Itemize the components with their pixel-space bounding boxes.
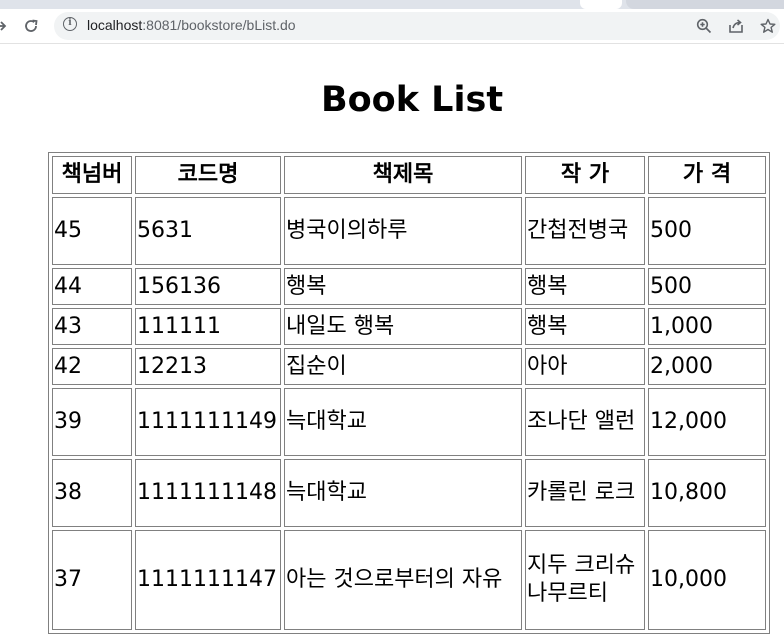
cell-code: 12213 <box>135 348 281 385</box>
cell-code: 1111111147 <box>135 530 281 630</box>
column-header-author: 작 가 <box>525 156 645 194</box>
bookmark-star-icon[interactable] <box>758 16 778 36</box>
cell-book-number: 39 <box>52 388 132 456</box>
cell-book-number: 44 <box>52 268 132 305</box>
cell-author: 카롤린 로크 <box>525 459 645 527</box>
cell-author: 지두 크리슈나무르티 <box>525 530 645 630</box>
cell-code: 1111111148 <box>135 459 281 527</box>
cell-price: 10,000 <box>648 530 766 630</box>
tab-strip-edge <box>626 0 784 9</box>
cell-price: 500 <box>648 197 766 265</box>
cell-code: 5631 <box>135 197 281 265</box>
cell-author: 조나단 앨런 <box>525 388 645 456</box>
cell-title: 내일도 행복 <box>284 308 522 345</box>
url-path: :8081/bookstore/bList.do <box>142 17 296 33</box>
cell-title: 병국이의하루 <box>284 197 522 265</box>
url-text[interactable]: localhost:8081/bookstore/bList.do <box>87 17 296 33</box>
cell-title: 늑대학교 <box>284 388 522 456</box>
cell-author: 행복 <box>525 308 645 345</box>
cell-price: 1,000 <box>648 308 766 345</box>
cell-title: 늑대학교 <box>284 459 522 527</box>
table-row: 44 156136 행복 행복 500 <box>52 268 766 305</box>
column-header-code: 코드명 <box>135 156 281 194</box>
table-row: 45 5631 병국이의하루 간첩전병국 500 <box>52 197 766 265</box>
reload-icon[interactable] <box>20 15 42 37</box>
page-content: Book List 책넘버 코드명 책제목 작 가 가 격 45 5631 병국… <box>0 44 784 637</box>
page-title: Book List <box>320 80 504 120</box>
active-tab[interactable] <box>580 0 622 9</box>
share-icon[interactable] <box>726 16 746 36</box>
cell-author: 아아 <box>525 348 645 385</box>
column-header-title: 책제목 <box>284 156 522 194</box>
cell-author: 행복 <box>525 268 645 305</box>
cell-title: 아는 것으로부터의 자유 <box>284 530 522 630</box>
url-host: localhost <box>87 17 143 33</box>
cell-code: 156136 <box>135 268 281 305</box>
cell-title: 집순이 <box>284 348 522 385</box>
column-header-book-number: 책넘버 <box>52 156 132 194</box>
cell-book-number: 37 <box>52 530 132 630</box>
browser-toolbar: i localhost:8081/bookstore/bList.do <box>0 9 784 44</box>
cell-price: 12,000 <box>648 388 766 456</box>
table-row: 39 1111111149 늑대학교 조나단 앨런 12,000 <box>52 388 766 456</box>
cell-price: 10,800 <box>648 459 766 527</box>
book-table: 책넘버 코드명 책제목 작 가 가 격 45 5631 병국이의하루 간첩전병국… <box>48 152 770 634</box>
cell-title: 행복 <box>284 268 522 305</box>
table-row: 43 111111 내일도 행복 행복 1,000 <box>52 308 766 345</box>
cell-book-number: 43 <box>52 308 132 345</box>
address-bar[interactable]: i localhost:8081/bookstore/bList.do <box>54 12 780 40</box>
column-header-price: 가 격 <box>648 156 766 194</box>
zoom-icon[interactable] <box>694 16 714 36</box>
cell-book-number: 45 <box>52 197 132 265</box>
table-row: 38 1111111148 늑대학교 카롤린 로크 10,800 <box>52 459 766 527</box>
forward-arrow-icon[interactable] <box>0 15 8 37</box>
cell-code: 1111111149 <box>135 388 281 456</box>
cell-book-number: 42 <box>52 348 132 385</box>
table-row: 42 12213 집순이 아아 2,000 <box>52 348 766 385</box>
browser-tab-strip <box>0 0 784 9</box>
cell-price: 2,000 <box>648 348 766 385</box>
cell-author: 간첩전병국 <box>525 197 645 265</box>
table-row: 37 1111111147 아는 것으로부터의 자유 지두 크리슈나무르티 10… <box>52 530 766 630</box>
cell-price: 500 <box>648 268 766 305</box>
table-header-row: 책넘버 코드명 책제목 작 가 가 격 <box>52 156 766 194</box>
cell-code: 111111 <box>135 308 281 345</box>
cell-book-number: 38 <box>52 459 132 527</box>
site-info-icon[interactable]: i <box>63 17 77 31</box>
